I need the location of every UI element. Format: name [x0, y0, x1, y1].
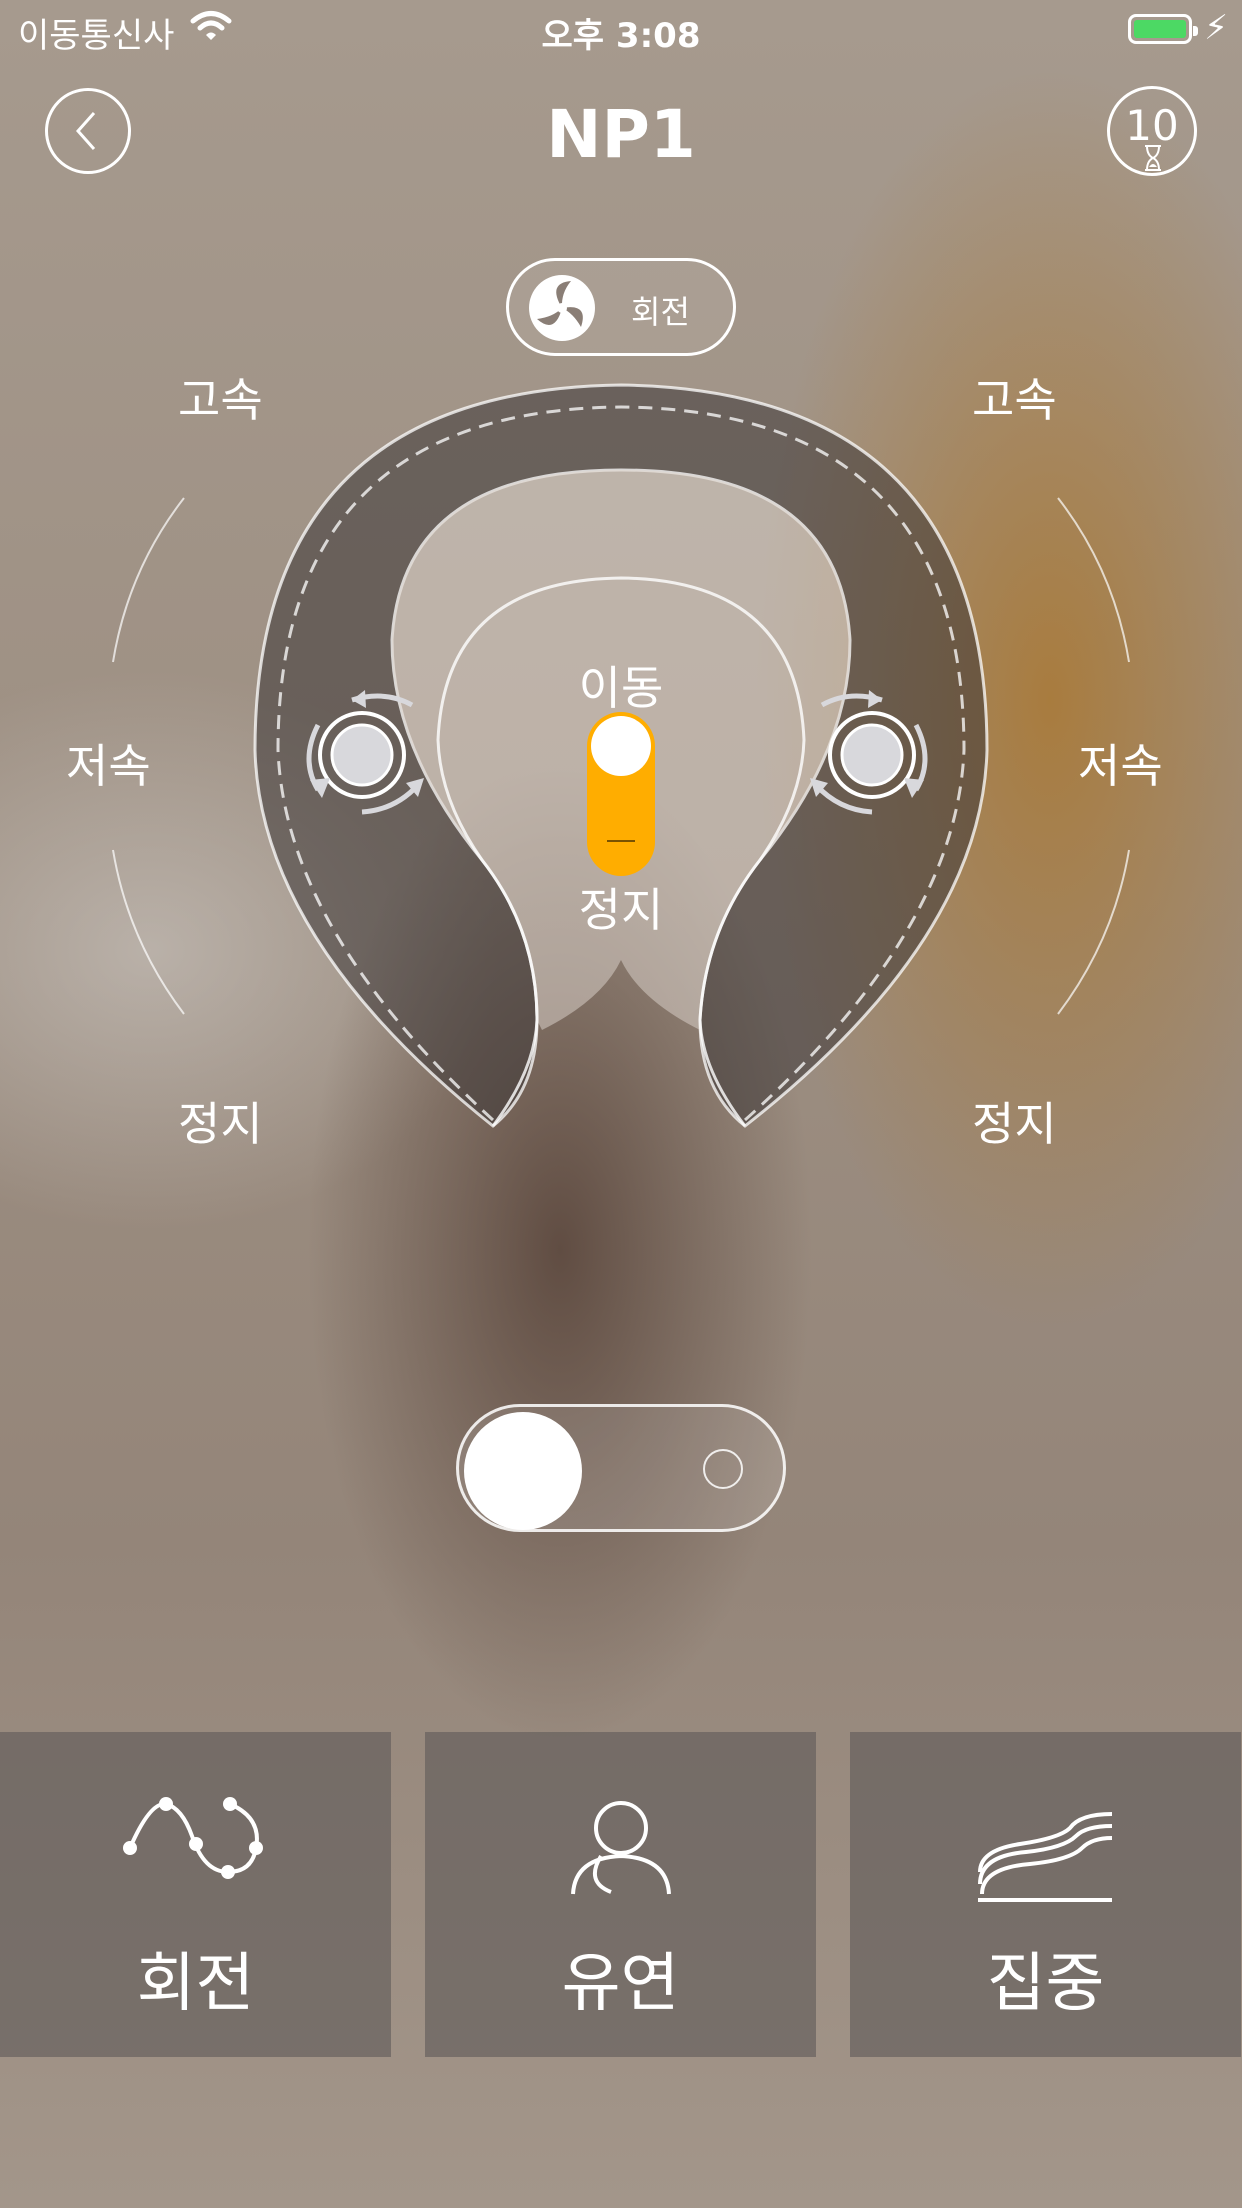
power-toggle[interactable] [456, 1404, 786, 1532]
mode-button-label: 회전 [136, 1947, 255, 2021]
move-label: 이동 [578, 661, 664, 715]
power-toggle-knob [464, 1412, 582, 1530]
charging-icon: ⚡ [1204, 8, 1228, 48]
battery-icon [1128, 14, 1198, 44]
swirl-icon [529, 275, 595, 341]
page-title: NP1 [546, 96, 696, 173]
rotation-mode-pill[interactable]: 회전 [506, 258, 736, 356]
mode-button-label: 유연 [561, 1947, 680, 2021]
left-speed-arc-upper [112, 497, 185, 663]
right-speed-arc-upper [1057, 497, 1130, 663]
rotation-wave-icon [123, 1797, 263, 1879]
status-time: 오후 3:08 [541, 16, 701, 56]
status-bar: 이동통신사 오후 3:08 ⚡ [0, 0, 1242, 60]
timer-button[interactable]: 10 [1107, 86, 1197, 176]
mode-button-flexible[interactable]: 유연 [425, 1732, 816, 2057]
power-off-indicator [703, 1449, 743, 1489]
mode-button-focus[interactable]: 집중 [850, 1732, 1241, 2057]
toggle-knob [591, 716, 651, 776]
mode-pill-label: 회전 [631, 293, 690, 331]
stop-label: 정지 [578, 883, 664, 937]
move-stop-toggle[interactable] [587, 712, 655, 876]
hourglass-icon [1145, 145, 1161, 171]
mode-button-label: 집중 [986, 1947, 1105, 2021]
wave-lines-icon [978, 1812, 1113, 1902]
timer-value: 10 [1125, 101, 1179, 150]
mode-button-rotation[interactable]: 회전 [0, 1732, 391, 2057]
person-icon [571, 1801, 671, 1895]
